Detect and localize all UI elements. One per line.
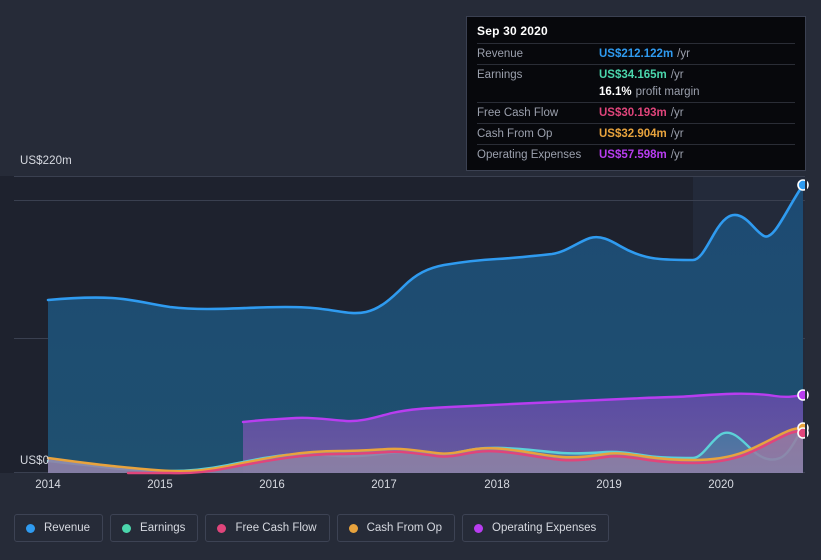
chart-legend: Revenue Earnings Free Cash Flow Cash From O… [14,514,610,542]
chart-svg [0,176,809,475]
tooltip-row-label: Free Cash Flow [477,107,559,119]
tooltip-row-unit: /yr [670,69,684,81]
tooltip-row-label: Operating Expenses [477,149,582,161]
data-tooltip: Sep 30 2020 Revenue US$212.122m/yr Earning… [466,16,806,171]
tooltip-row-unit: /yr [670,149,684,161]
tooltip-row-label: Cash From Op [477,128,553,140]
legend-item-cash-from-op[interactable]: Cash From Op [336,514,456,542]
y-axis-top-label: US$220m [20,155,72,167]
tooltip-row-value: US$57.598m [599,149,667,161]
x-axis-tick-2017: 2017 [371,479,397,491]
legend-item-label: Operating Expenses [492,522,597,534]
tooltip-row: Cash From Op US$32.904m/yr [477,123,795,144]
x-axis-tick-2019: 2019 [596,479,622,491]
y-axis-zero-label: US$0 [20,455,50,467]
tooltip-rows: Revenue US$212.122m/yr Earnings US$34.165m /… [477,43,795,165]
tooltip-row: Revenue US$212.122m/yr [477,43,795,64]
tooltip-row: 16.1% profit margin [477,85,795,102]
tooltip-row-value: US$32.904m [599,128,667,140]
x-axis-tick-2018: 2018 [484,479,510,491]
tooltip-row-unit: /yr [670,128,684,140]
legend-item-revenue[interactable]: Revenue [14,514,104,542]
tooltip-row-unit: /yr [677,48,690,60]
x-axis-tick-2020: 2020 [708,479,734,491]
tooltip-row: Free Cash Flow US$30.193m/yr [477,102,795,123]
tooltip-row: Operating Expenses US$57.598m/yr [477,144,795,165]
legend-dot-icon [26,523,35,533]
legend-dot-icon [348,523,358,533]
chart-container: US$220m US$0 2014 2015 2016 2017 2018 2019 202… [0,0,821,560]
legend-item-label: Revenue [44,522,91,534]
legend-dot-icon [122,523,132,533]
legend-dot-icon [474,523,484,533]
legend-item-label: Cash From Op [366,522,443,534]
legend-item-label: Free Cash Flow [235,522,317,534]
legend-item-free-cash-flow[interactable]: Free Cash Flow [205,514,330,542]
tooltip-row-value: 16.1% [599,86,632,98]
tooltip-row-value: US$212.122m [599,48,674,60]
legend-item-label: Earnings [140,522,186,534]
tooltip-row: Earnings US$34.165m/yr [477,64,795,85]
legend-item-earnings[interactable]: Earnings [110,514,199,542]
tooltip-row-unit: /yr [670,107,684,119]
x-axis: 2014 2015 2016 2017 2018 2019 2020 [0,479,821,499]
x-axis-tick-2015: 2015 [147,479,173,491]
tooltip-row-label: Revenue [477,48,524,60]
tooltip-row-value: US$34.165m [599,69,667,81]
tooltip-row-unit: profit margin [635,86,700,98]
legend-dot-icon [217,523,227,533]
plot-area [0,170,821,475]
legend-item-operating-expenses[interactable]: Operating Expenses [462,514,610,542]
tooltip-date: Sep 30 2020 [477,24,548,38]
plot-right-edge [805,176,807,473]
tooltip-row-label: Earnings [477,69,523,81]
x-axis-tick-2016: 2016 [259,479,285,491]
tooltip-row-value: US$30.193m [599,107,667,119]
x-axis-tick-2014: 2014 [35,479,61,491]
